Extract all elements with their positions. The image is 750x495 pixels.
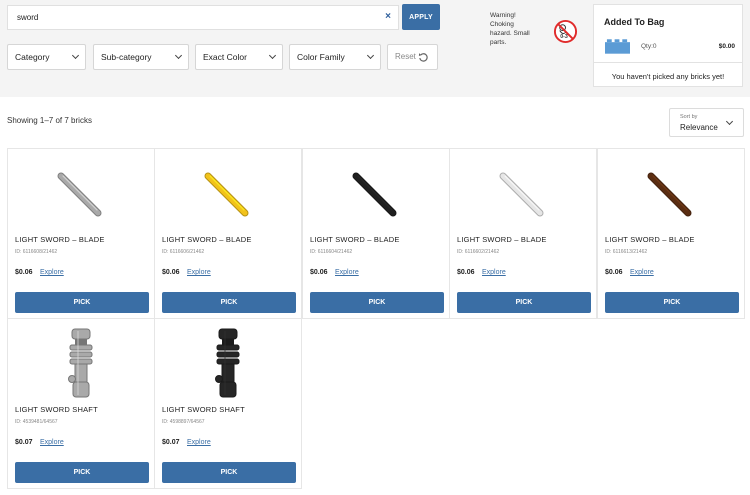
chevron-down-icon: [174, 51, 183, 60]
product-card: LIGHT SWORD – BLADE ID: 6116608/21462 $0…: [7, 148, 155, 319]
explore-link[interactable]: Explore: [187, 269, 211, 276]
chevron-down-icon: [366, 51, 375, 60]
pick-button[interactable]: PICK: [162, 292, 296, 313]
chevron-down-icon: [725, 117, 734, 126]
brick-icon: [605, 39, 630, 54]
sort-value: Relevance: [680, 123, 718, 132]
product-id: ID: 4598897/64567: [162, 419, 205, 425]
product-card: LIGHT SWORD – BLADE ID: 6116602/21462 $0…: [449, 148, 597, 319]
product-id: ID: 4539481/64567: [15, 419, 58, 425]
product-image: [499, 172, 544, 217]
product-price: $0.06: [162, 269, 180, 276]
product-price: $0.06: [605, 269, 623, 276]
exact-color-select[interactable]: Exact Color: [195, 44, 283, 70]
pick-button[interactable]: PICK: [15, 292, 149, 313]
product-name: LIGHT SWORD – BLADE: [310, 235, 400, 244]
age-warning-icon: 0-3: [553, 19, 578, 44]
subcategory-select-label: Sub-category: [101, 52, 152, 62]
pick-button[interactable]: PICK: [605, 292, 739, 313]
product-card: LIGHT SWORD – BLADE ID: 6116613/21462 $0…: [597, 148, 745, 319]
warning-line: parts.: [490, 39, 507, 46]
product-name: LIGHT SWORD – BLADE: [162, 235, 252, 244]
color-family-select[interactable]: Color Family: [289, 44, 381, 70]
product-card: LIGHT SWORD – BLADE ID: 6116606/21462 $0…: [154, 148, 302, 319]
search-input[interactable]: [8, 6, 368, 29]
product-image: [647, 172, 692, 217]
product-name: LIGHT SWORD – BLADE: [15, 235, 105, 244]
product-price: $0.06: [310, 269, 328, 276]
warning-line: Warning!: [490, 12, 516, 19]
product-card: LIGHT SWORD SHAFT ID: 4598897/64567 $0.0…: [154, 318, 302, 489]
category-select[interactable]: Category: [7, 44, 86, 70]
product-price: $0.07: [162, 439, 180, 446]
pick-button[interactable]: PICK: [15, 462, 149, 483]
results-count: Showing 1–7 of 7 bricks: [7, 116, 92, 125]
chevron-down-icon: [71, 51, 80, 60]
product-image: [204, 172, 249, 217]
chevron-down-icon: [268, 51, 277, 60]
product-name: LIGHT SWORD – BLADE: [605, 235, 695, 244]
product-price: $0.06: [15, 269, 33, 276]
product-grid: LIGHT SWORD – BLADE ID: 6116608/21462 $0…: [7, 148, 745, 489]
product-card: LIGHT SWORD SHAFT ID: 4539481/64567 $0.0…: [7, 318, 155, 489]
product-id: ID: 6116608/21462: [15, 249, 58, 255]
exact-color-select-label: Exact Color: [203, 52, 247, 62]
sort-label: Sort by: [680, 114, 698, 120]
explore-link[interactable]: Explore: [187, 439, 211, 446]
pick-button[interactable]: PICK: [162, 462, 296, 483]
product-image: [215, 328, 240, 398]
divider: [594, 62, 742, 63]
product-card: LIGHT SWORD – BLADE ID: 6116604/21462 $0…: [302, 148, 450, 319]
product-price: $0.06: [457, 269, 475, 276]
pick-button[interactable]: PICK: [457, 292, 591, 313]
color-family-select-label: Color Family: [297, 52, 345, 62]
warning-line: Choking: [490, 21, 514, 28]
bag-panel: Added To Bag Qty:0 $0.00 You haven't pic…: [593, 4, 743, 87]
explore-link[interactable]: Explore: [335, 269, 359, 276]
clear-search-icon[interactable]: ×: [385, 12, 391, 22]
warning-line: hazard. Small: [490, 30, 530, 37]
product-price: $0.07: [15, 439, 33, 446]
subcategory-select[interactable]: Sub-category: [93, 44, 189, 70]
bag-empty-message: You haven't picked any bricks yet!: [611, 72, 725, 81]
product-id: ID: 6116606/21462: [162, 249, 205, 255]
product-id: ID: 6116613/21462: [605, 249, 648, 255]
bag-title: Added To Bag: [604, 17, 665, 27]
product-image: [68, 328, 93, 398]
explore-link[interactable]: Explore: [482, 269, 506, 276]
choking-warning: Warning! Choking hazard. Small parts.: [490, 11, 546, 47]
explore-link[interactable]: Explore: [40, 269, 64, 276]
reset-label: Reset: [395, 52, 416, 61]
age-warning-text: 0-3: [560, 34, 568, 40]
reset-button[interactable]: Reset: [387, 44, 438, 70]
filter-bar: × APPLY Category Sub-category Exact Colo…: [0, 0, 750, 97]
apply-button[interactable]: APPLY: [402, 4, 440, 30]
product-name: LIGHT SWORD SHAFT: [15, 405, 98, 414]
pick-button[interactable]: PICK: [310, 292, 444, 313]
reset-icon: [418, 53, 428, 62]
search-box: ×: [7, 5, 399, 30]
bag-total: $0.00: [718, 43, 735, 50]
bag-quantity: Qty:0: [641, 43, 657, 50]
category-select-label: Category: [15, 52, 50, 62]
product-name: LIGHT SWORD – BLADE: [457, 235, 547, 244]
explore-link[interactable]: Explore: [630, 269, 654, 276]
product-name: LIGHT SWORD SHAFT: [162, 405, 245, 414]
product-id: ID: 6116604/21462: [310, 249, 353, 255]
product-image: [352, 172, 397, 217]
product-image: [57, 172, 102, 217]
explore-link[interactable]: Explore: [40, 439, 64, 446]
sort-select[interactable]: Sort by Relevance: [669, 108, 744, 137]
product-id: ID: 6116602/21462: [457, 249, 500, 255]
